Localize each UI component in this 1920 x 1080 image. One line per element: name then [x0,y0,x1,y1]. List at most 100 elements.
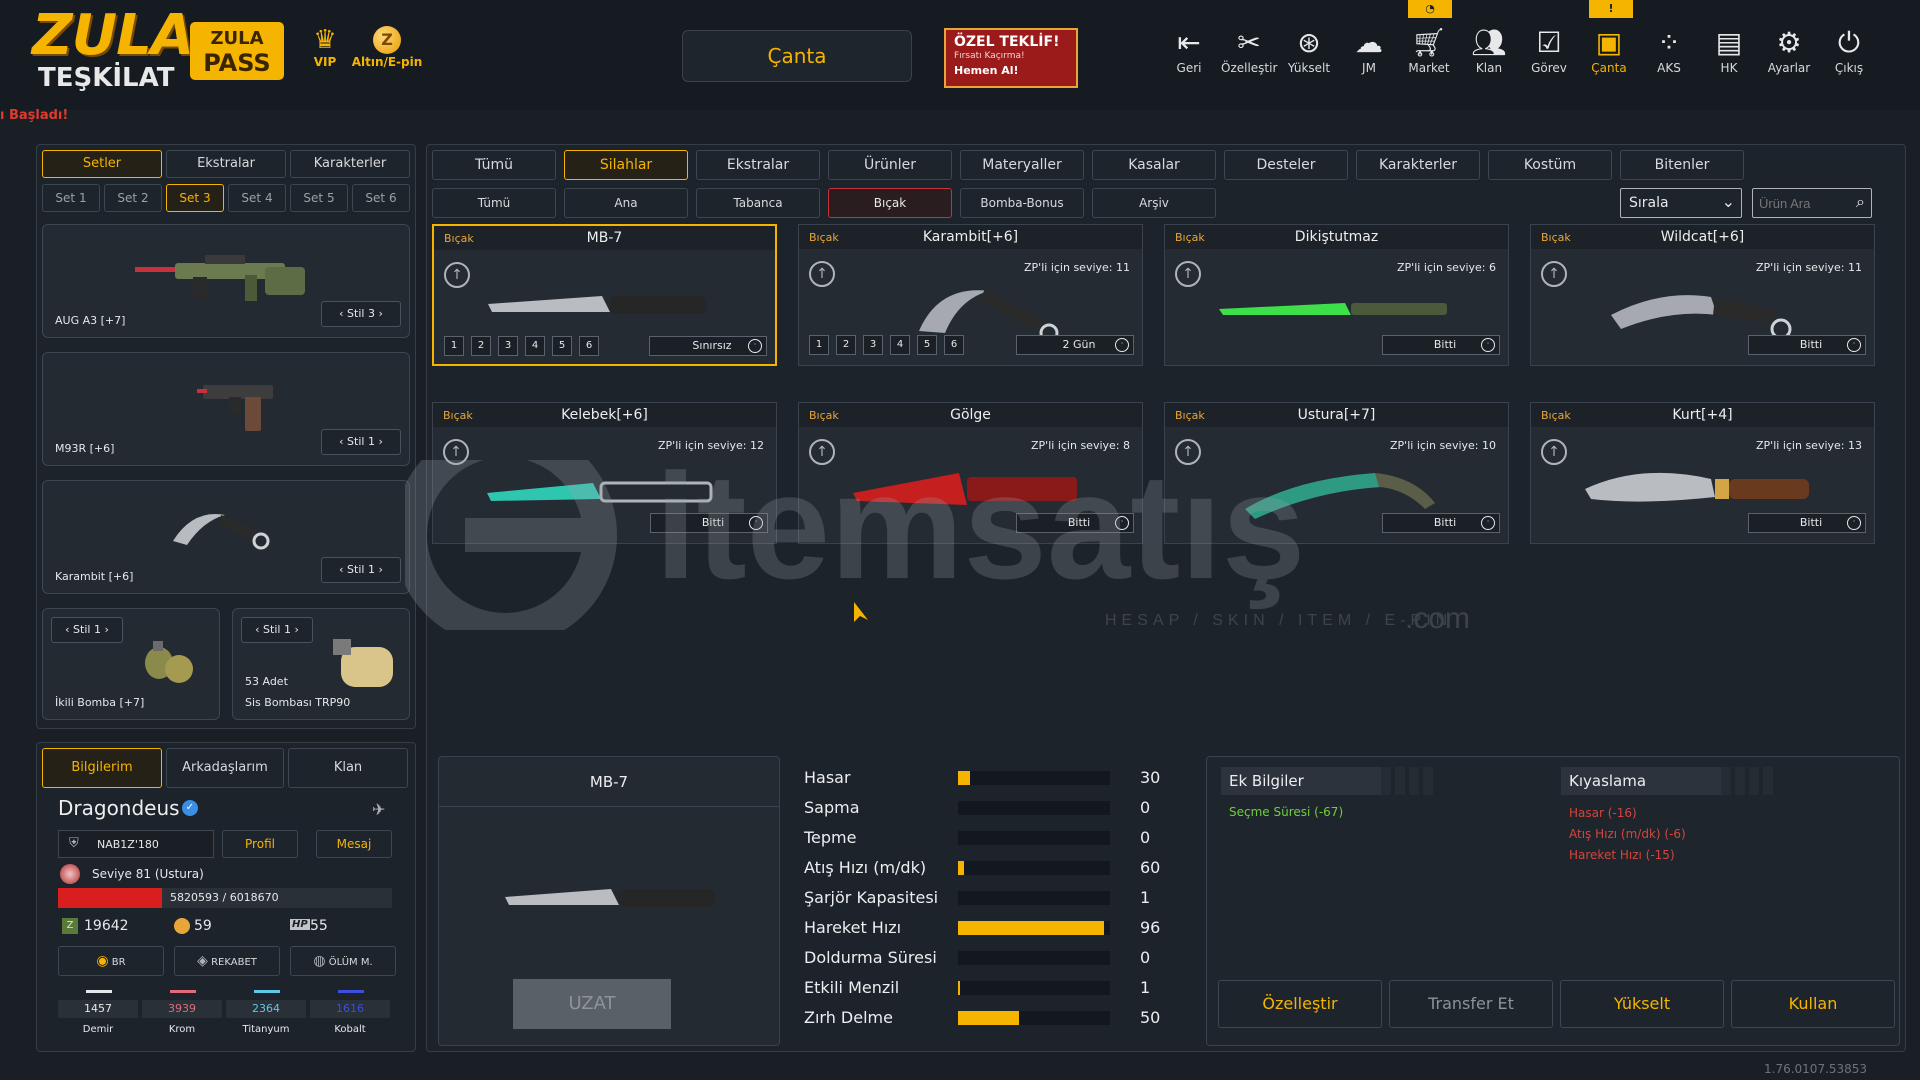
tab-friends[interactable]: Arkadaşlarım [166,748,284,788]
style-selector[interactable]: ‹ Stil 1 › [51,617,123,643]
style-selector[interactable]: ‹ Stil 3 › [321,301,401,327]
tab-set-5[interactable]: Set 5 [290,184,348,212]
item-card[interactable]: Bıçak Karambit[+6] ↑ ZP'li için seviye: … [798,224,1143,366]
nav-upgrade[interactable]: ⊛ Yükselt [1281,26,1337,86]
stat-bar [958,801,1110,815]
nav-exit[interactable]: ⏻ Çıkış [1821,26,1877,86]
gold-epin-button[interactable]: Z Altın/E-pin [340,25,434,69]
item-card[interactable]: Bıçak Wildcat[+6] ↑ ZP'li için seviye: 1… [1530,224,1875,366]
upgrade-arrow-icon[interactable]: ↑ [1175,439,1201,465]
message-button[interactable]: Mesaj [316,830,392,858]
item-card[interactable]: Bıçak Kurt[+4] ↑ ZP'li için seviye: 13 B… [1530,402,1875,544]
tab-category-0[interactable]: Tümü [432,150,556,180]
primary-weapon-slot[interactable]: AUG A3 [+7] ‹ Stil 3 › [42,224,410,338]
jm-icon: ☁ [1355,26,1383,59]
tab-subcategory-3[interactable]: Bıçak [828,188,952,218]
secondary-weapon-slot[interactable]: M93R [+6] ‹ Stil 1 › [42,352,410,466]
style-selector[interactable]: ‹ Stil 1 › [241,617,313,643]
nav-hk[interactable]: ▤ HK [1701,26,1757,86]
upgrade-arrow-icon[interactable]: ↑ [1175,261,1201,287]
item-card[interactable]: Bıçak Dikiştutmaz ↑ ZP'li için seviye: 6… [1164,224,1509,366]
tab-category-3[interactable]: Ürünler [828,150,952,180]
customize-button[interactable]: Özelleştir [1218,980,1382,1028]
upgrade-arrow-icon[interactable]: ↑ [443,439,469,465]
tab-set-4[interactable]: Set 4 [228,184,286,212]
search-input[interactable] [1753,189,1845,217]
sort-dropdown[interactable]: Sırala ⌄ [1620,188,1742,218]
nav-bag[interactable]: ▣ Çanta [1581,26,1637,86]
item-card[interactable]: Bıçak Ustura[+7] ↑ ZP'li için seviye: 10… [1164,402,1509,544]
tab-category-1[interactable]: Silahlar [564,150,688,180]
item-level-box[interactable]: 2 [471,336,491,356]
upgrade-arrow-icon[interactable]: ↑ [809,261,835,287]
item-level-box[interactable]: 5 [917,335,937,355]
item-level-box[interactable]: 1 [444,336,464,356]
item-level-box[interactable]: 2 [836,335,856,355]
grenade-slot[interactable]: ‹ Stil 1 › İkili Bomba [+7] [42,608,220,720]
tab-characters[interactable]: Karakterler [290,150,410,178]
tab-sets[interactable]: Setler [42,150,162,178]
tab-category-5[interactable]: Kasalar [1092,150,1216,180]
item-level-box[interactable]: 1 [809,335,829,355]
mode-deathmatch-button[interactable]: ◍ ÖLÜM M. [290,946,396,976]
item-level-box[interactable]: 4 [890,335,910,355]
upgrade-button[interactable]: Yükselt [1560,980,1724,1028]
nav-clan[interactable]: 👥︎ Klan [1461,26,1517,86]
clock-icon: · [1847,516,1861,530]
extend-button[interactable]: UZAT [513,979,671,1029]
nav-settings[interactable]: ⚙ Ayarlar [1761,26,1817,86]
upgrade-arrow-icon[interactable]: ↑ [444,262,470,288]
item-level-box[interactable]: 3 [863,335,883,355]
tab-subcategory-2[interactable]: Tabanca [696,188,820,218]
search-box[interactable]: ⌕ [1752,188,1872,218]
zula-pass-button[interactable]: ZULA PASS [190,22,284,80]
tab-category-7[interactable]: Karakterler [1356,150,1480,180]
item-card[interactable]: Bıçak MB-7 ↑ 1 2 3 4 5 6 Sınırsız · [432,224,777,366]
upgrade-arrow-icon[interactable]: ↑ [809,439,835,465]
tab-extras[interactable]: Ekstralar [166,150,286,178]
smoke-grenade-slot[interactable]: ‹ Stil 1 › 53 Adet Sis Bombası TRP90 [232,608,410,720]
melee-weapon-slot[interactable]: Karambit [+6] ‹ Stil 1 › [42,480,410,594]
tab-category-2[interactable]: Ekstralar [696,150,820,180]
upgrade-arrow-icon[interactable]: ↑ [1541,261,1567,287]
item-level-box[interactable]: 3 [498,336,518,356]
plane-icon[interactable]: ✈ [372,800,385,819]
upgrade-arrow-icon[interactable]: ↑ [1541,439,1567,465]
profile-button[interactable]: Profil [222,830,298,858]
item-level-box[interactable]: 5 [552,336,572,356]
tab-category-6[interactable]: Desteler [1224,150,1348,180]
style-selector[interactable]: ‹ Stil 1 › [321,557,401,583]
tab-set-3[interactable]: Set 3 [166,184,224,212]
nav-tasks[interactable]: ☑ Görev [1521,26,1577,86]
use-button[interactable]: Kullan [1731,980,1895,1028]
item-level-box[interactable]: 6 [944,335,964,355]
tab-subcategory-4[interactable]: Bomba-Bonus [960,188,1084,218]
item-level-box[interactable]: 4 [525,336,545,356]
tab-my-info[interactable]: Bilgilerim [42,748,162,788]
tab-subcategory-1[interactable]: Ana [564,188,688,218]
nav-market[interactable]: 🛒︎ Market [1401,26,1457,86]
nav-back[interactable]: ⇤ Geri [1161,26,1217,86]
tab-set-2[interactable]: Set 2 [104,184,162,212]
tab-category-8[interactable]: Kostüm [1488,150,1612,180]
nav-aks[interactable]: ⁘ AKS [1641,26,1697,86]
tab-category-9[interactable]: Bitenler [1620,150,1744,180]
mode-br-button[interactable]: ◉ BR [58,946,164,976]
tab-subcategory-0[interactable]: Tümü [432,188,556,218]
transfer-button[interactable]: Transfer Et [1389,980,1553,1028]
tab-category-4[interactable]: Materyaller [960,150,1084,180]
item-card[interactable]: Bıçak Gölge ↑ ZP'li için seviye: 8 Bitti… [798,402,1143,544]
tab-subcategory-5[interactable]: Arşiv [1092,188,1216,218]
nav-customize[interactable]: ✂ Özelleştir [1221,26,1277,86]
style-selector[interactable]: ‹ Stil 1 › [321,429,401,455]
tab-set-1[interactable]: Set 1 [42,184,100,212]
search-icon[interactable]: ⌕ [1856,192,1865,212]
mode-ranked-button[interactable]: ◈ REKABET [174,946,280,976]
tab-set-6[interactable]: Set 6 [352,184,410,212]
style-label: Stil 1 [73,623,101,636]
tab-clan[interactable]: Klan [288,748,408,788]
nav-jm[interactable]: ☁ JM [1341,26,1397,86]
item-level-box[interactable]: 6 [579,336,599,356]
item-card[interactable]: Bıçak Kelebek[+6] ↑ ZP'li için seviye: 1… [432,402,777,544]
special-offer-button[interactable]: ÖZEL TEKLİF! Fırsatı Kaçırma! Hemen Al! [944,28,1078,88]
